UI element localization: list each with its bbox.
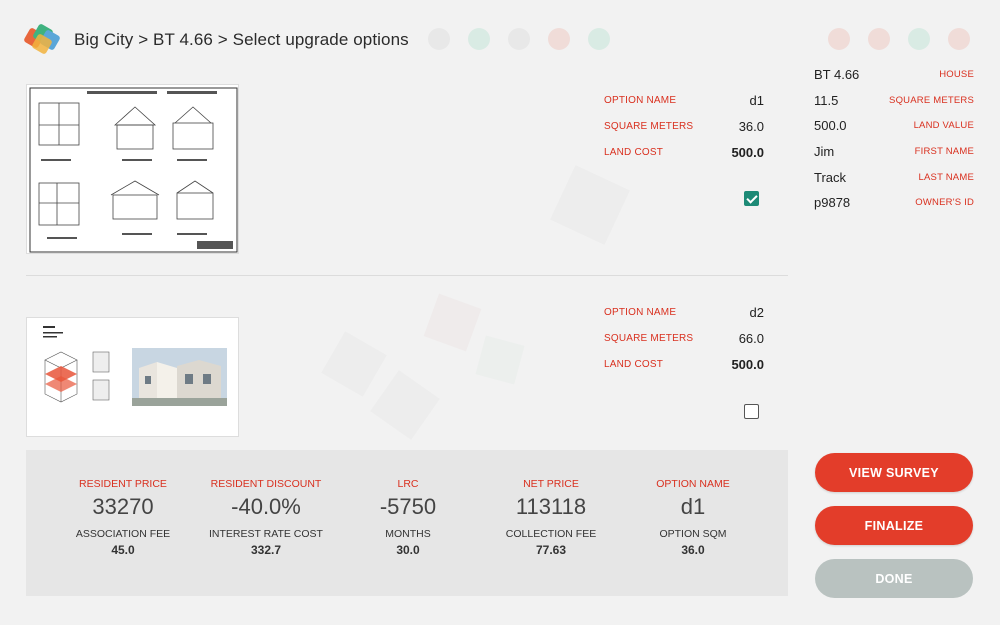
background-shape xyxy=(423,293,482,352)
architectural-rendering xyxy=(27,318,238,436)
house-info-panel: BT 4.66 HOUSE 11.5 SQUARE METERS 500.0 LAND… xyxy=(814,62,974,216)
land-cost-value: 500.0 xyxy=(731,144,764,160)
option-name-value: d1 xyxy=(749,92,764,108)
metric-label: RESIDENT PRICE xyxy=(79,478,167,490)
square-meters-label: SQUARE METERS xyxy=(604,332,694,344)
metric-sublabel: OPTION SQM xyxy=(659,528,727,540)
metric-value: d1 xyxy=(680,494,706,519)
metric-label: OPTION NAME xyxy=(656,478,730,490)
divider xyxy=(26,275,788,276)
floor-plan-image xyxy=(26,84,239,254)
metric-value: -5750 xyxy=(379,494,437,519)
option-name-label: OPTION NAME xyxy=(604,306,677,318)
metric-value: -40.0% xyxy=(231,494,301,519)
breadcrumb: Big City > BT 4.66 > Select upgrade opti… xyxy=(74,30,409,49)
metric-sublabel: COLLECTION FEE xyxy=(505,528,597,540)
square-meters-value: 66.0 xyxy=(738,330,764,346)
option-name-value: d2 xyxy=(749,304,764,320)
view-survey-button[interactable]: VIEW SURVEY xyxy=(815,453,973,492)
land-value-value: 500.0 xyxy=(814,118,847,134)
square-meters-label: SQUARE METERS xyxy=(889,94,974,106)
price-summary: RESIDENT PRICE 33270 ASSOCIATION FEE 45.… xyxy=(26,450,788,596)
option-properties: OPTION NAME d2 SQUARE METERS 66.0 LAND C… xyxy=(604,299,764,377)
faded-toolbar xyxy=(428,28,610,50)
metric-sublabel: ASSOCIATION FEE xyxy=(75,528,171,540)
background-shape xyxy=(475,335,525,385)
background-shape xyxy=(370,370,440,440)
option-select-checkbox[interactable] xyxy=(744,404,759,419)
done-button[interactable]: DONE xyxy=(815,559,973,598)
option-select-checkbox[interactable] xyxy=(744,191,759,206)
blueprint-drawing xyxy=(29,87,238,253)
metric-subvalue: 77.63 xyxy=(535,543,567,557)
first-name-label: FIRST NAME xyxy=(914,146,974,158)
metric-label: RESIDENT DISCOUNT xyxy=(210,478,322,490)
finalize-button[interactable]: FINALIZE xyxy=(815,506,973,545)
metric-label: NET PRICE xyxy=(523,478,579,490)
square-meters-label: SQUARE METERS xyxy=(604,120,694,132)
last-name-label: LAST NAME xyxy=(918,171,974,183)
faded-toolbar xyxy=(828,28,970,50)
background-shape xyxy=(321,331,387,397)
last-name-value: Track xyxy=(814,169,847,185)
owner-id-value: p9878 xyxy=(814,195,851,211)
house-label: HOUSE xyxy=(939,69,974,81)
option-properties: OPTION NAME d1 SQUARE METERS 36.0 LAND C… xyxy=(604,87,764,165)
first-name-value: Jim xyxy=(814,144,835,160)
background-shape xyxy=(550,165,630,245)
metric-sublabel: INTEREST RATE COST xyxy=(209,528,323,540)
house-value: BT 4.66 xyxy=(814,67,860,83)
rendering-image xyxy=(26,317,239,437)
metric-sublabel: MONTHS xyxy=(385,528,431,540)
metric-value: 113118 xyxy=(515,494,587,519)
app-logo-icon[interactable] xyxy=(23,23,61,55)
option-name-label: OPTION NAME xyxy=(604,94,677,106)
land-cost-label: LAND COST xyxy=(604,146,664,158)
metric-subvalue: 332.7 xyxy=(250,543,282,557)
land-cost-value: 500.0 xyxy=(731,356,764,372)
owner-id-label: OWNER'S ID xyxy=(915,197,974,209)
land-value-label: LAND VALUE xyxy=(913,120,974,132)
square-meters-value: 36.0 xyxy=(738,118,764,134)
metric-subvalue: 30.0 xyxy=(396,543,420,557)
metric-value: 33270 xyxy=(92,494,154,519)
land-cost-label: LAND COST xyxy=(604,358,664,370)
metric-subvalue: 45.0 xyxy=(111,543,135,557)
header: Big City > BT 4.66 > Select upgrade opti… xyxy=(23,23,409,55)
metric-subvalue: 36.0 xyxy=(681,543,705,557)
metric-label: LRC xyxy=(397,478,419,490)
square-meters-value: 11.5 xyxy=(814,92,839,108)
